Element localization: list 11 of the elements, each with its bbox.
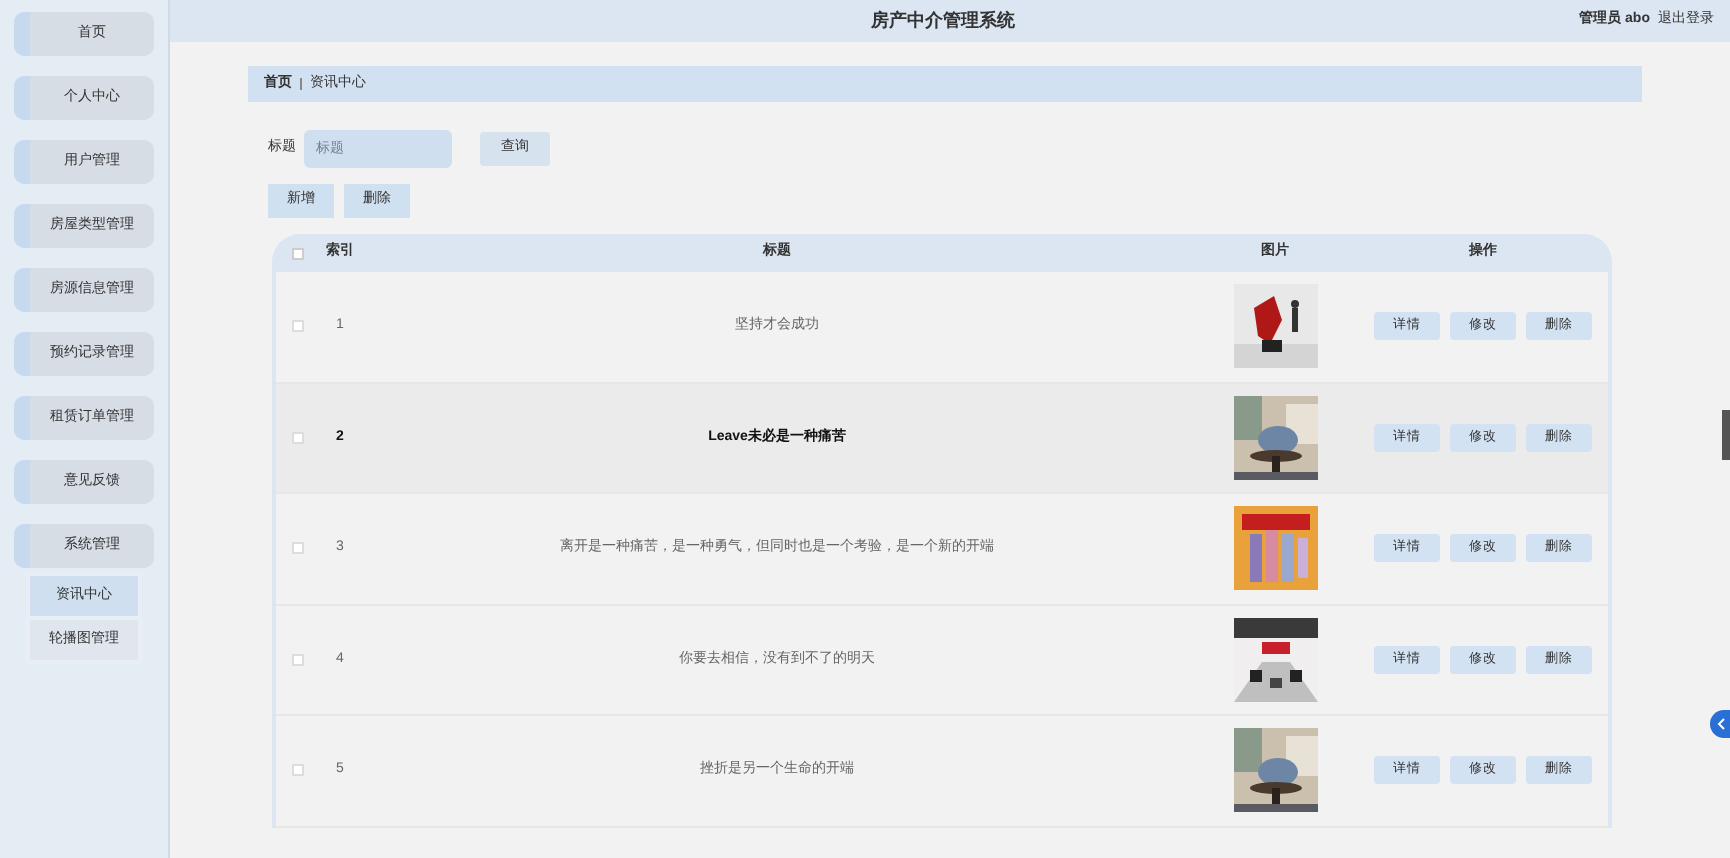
select-all-checkbox[interactable] [291,247,303,259]
row-checkbox[interactable] [291,764,303,777]
chevron-left-icon [1715,718,1725,730]
row-checkbox[interactable] [291,431,303,444]
scrollbar-thumb[interactable] [1722,410,1730,460]
row-checkbox[interactable] [291,542,303,555]
row-checkbox[interactable] [291,653,303,666]
app-title: 房产中介管理系统 [870,7,1015,34]
collapse-button[interactable] [1710,710,1730,738]
row-checkbox[interactable] [291,320,303,333]
separator-icon [300,78,302,90]
